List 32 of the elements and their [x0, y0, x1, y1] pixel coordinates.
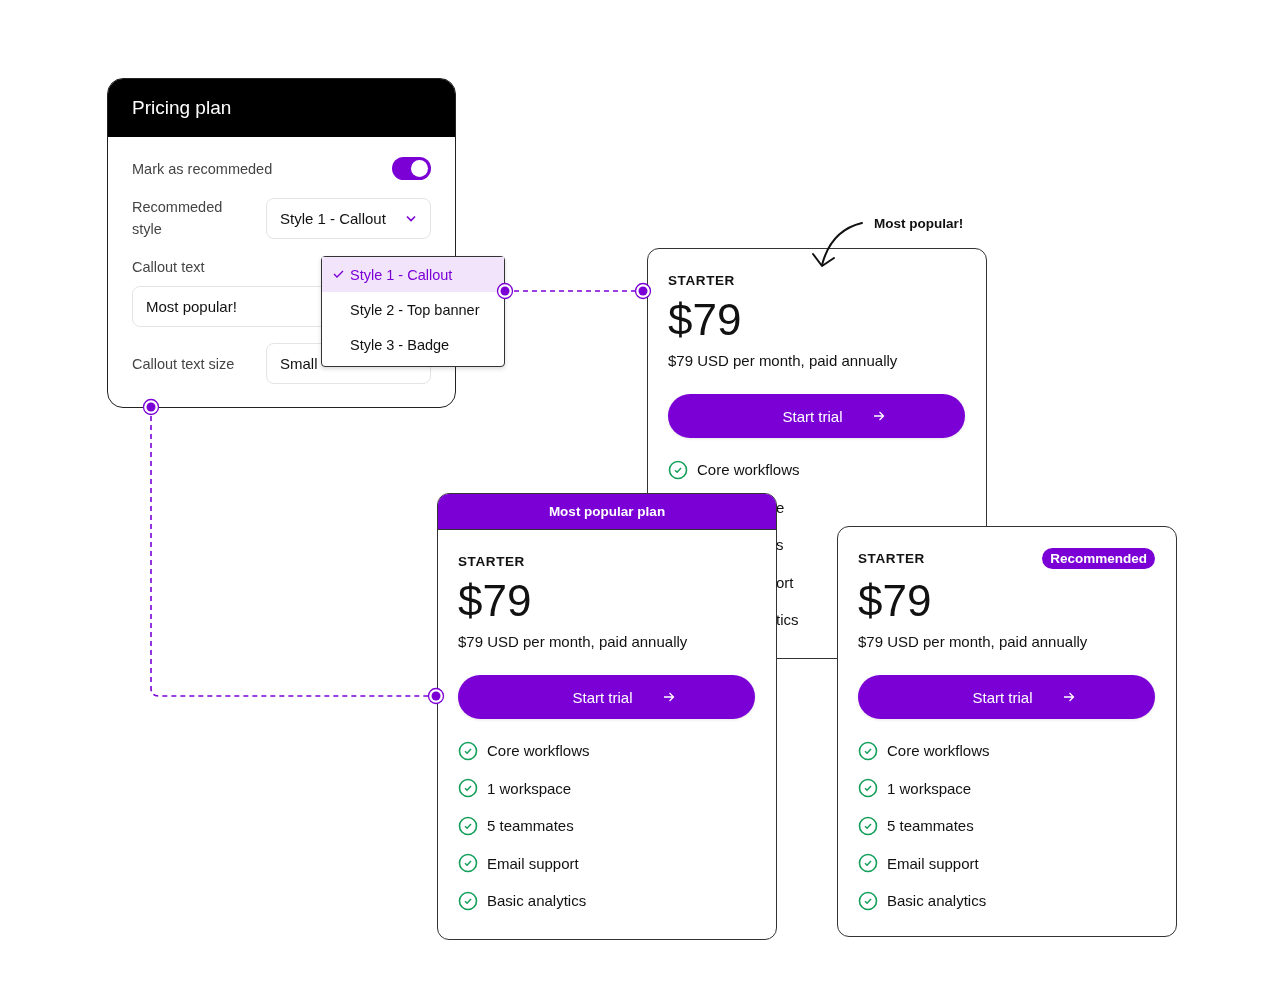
feature-text: 5 teammates: [487, 817, 574, 835]
callout-text: Most popular!: [874, 216, 964, 231]
field-label: Recommeded style: [132, 198, 224, 239]
plan-name: STARTER: [458, 554, 526, 569]
feature-text: tics: [776, 611, 799, 629]
feature-text: ort: [776, 573, 794, 591]
plan-name: STARTER: [858, 551, 925, 566]
toggle-label: Mark as recommeded: [132, 159, 273, 179]
recommended-badge: Recommended: [1042, 548, 1155, 569]
billing-text: $79 USD per month, paid annually: [458, 633, 689, 650]
price: $79: [458, 575, 533, 627]
panel-title: Pricing plan: [108, 79, 455, 137]
price: $79: [858, 575, 933, 627]
feature-text: Email support: [487, 854, 579, 872]
plan-name: STARTER: [668, 273, 736, 288]
feature-text: e: [776, 498, 785, 516]
feature-text: 1 workspace: [487, 779, 572, 797]
price: $79: [668, 294, 743, 346]
field-label: Callout text size: [132, 354, 236, 374]
popular-banner: Most popular plan: [438, 494, 776, 530]
feature-text: Basic analytics: [887, 892, 987, 910]
feature-text: s: [776, 536, 784, 554]
feature-text: Core workflows: [697, 461, 800, 479]
feature-text: Email support: [887, 854, 979, 872]
field-label: Callout text: [132, 259, 205, 275]
feature-text: 1 workspace: [887, 779, 972, 797]
feature-text: Basic analytics: [487, 892, 587, 910]
feature-text: Core workflows: [887, 742, 990, 760]
billing-text: $79 USD per month, paid annually: [668, 352, 899, 369]
billing-text: $79 USD per month, paid annually: [858, 633, 1089, 650]
feature-text: 5 teammates: [887, 817, 974, 835]
feature-text: Core workflows: [487, 742, 590, 760]
